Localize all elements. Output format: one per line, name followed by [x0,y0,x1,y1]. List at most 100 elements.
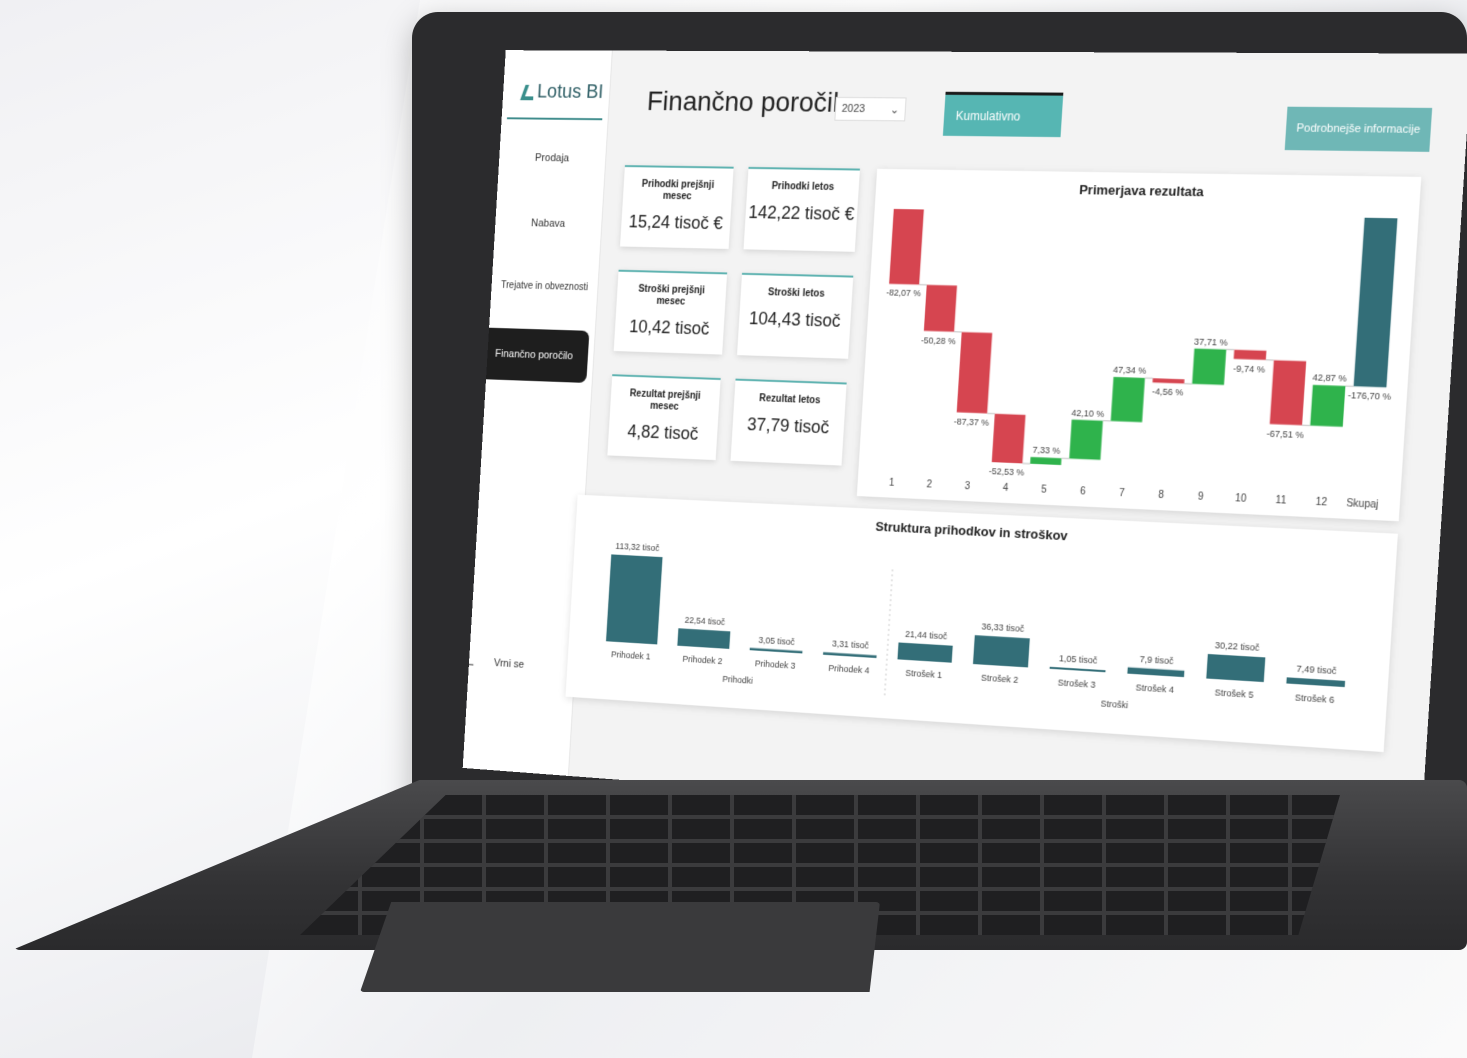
data-label: 22,54 tisoč [684,615,725,628]
data-label: -82,07 % [886,287,922,298]
data-label: 1,05 tisoč [1059,653,1099,666]
x-tick-label: 11 [1275,495,1286,507]
waterfall-bar [1310,384,1346,427]
more-info-button[interactable]: Podrobnejše informacije [1284,106,1433,152]
laptop-screen: Lotus BI Prodaja Nabava Trejatve in obve… [462,50,1467,841]
x-tick-label: 5 [1041,484,1047,496]
category-label: Strošek 2 [981,672,1019,685]
kpi-value: 104,43 tisoč [748,308,842,331]
category-label: Prihodek 3 [755,658,796,671]
year-value: 2023 [841,102,866,116]
kpi-label: Stroški letos [767,287,825,300]
data-label: -50,28 % [921,334,957,345]
x-tick-label: 2 [926,479,932,491]
kpi-card: Rezultat prejšnji mesec 4,82 tisoč [607,374,721,461]
data-label: -52,53 % [989,466,1025,478]
data-label: -87,37 % [954,416,990,428]
kpi-card: Prihodki letos 142,22 tisoč € [743,166,860,252]
waterfall-bar [889,208,924,285]
structure-chart-panel: Struktura prihodkov in stroškov 113,32 t… [565,494,1398,753]
kpi-card: Stroški letos 104,43 tisoč [737,272,854,359]
data-label: 3,05 tisoč [758,634,795,646]
back-button[interactable]: ← Vrni se [463,647,525,674]
dashboard-app: Lotus BI Prodaja Nabava Trejatve in obve… [462,50,1467,841]
group-label: Prihodki [722,674,753,686]
sidebar-item-financno-porocilo[interactable]: Finančno poročilo [478,327,590,383]
data-label: -67,51 % [1266,428,1304,440]
kpi-card: Stroški prejšnji mesec 10,42 tisoč [613,269,728,355]
waterfall-bar [1353,217,1398,388]
x-tick-label: 6 [1080,486,1086,498]
data-label: -9,74 % [1233,363,1266,375]
kpi-value: 10,42 tisoč [628,316,710,339]
category-label: Prihodek 2 [682,654,723,667]
cumulative-button[interactable]: Kumulativno [942,91,1064,138]
waterfall-bar [1269,360,1307,426]
waterfall-bar [1069,419,1103,460]
group-separator [884,569,892,698]
sidebar-item-nabava[interactable]: Nabava [495,217,602,231]
kpi-label: Rezultat letos [758,393,821,407]
data-label: 3,31 tisoč [832,639,870,652]
kpi-label: Rezultat prejšnji mesec [629,388,701,413]
category-label: Strošek 4 [1135,682,1174,695]
structure-bar [677,628,731,649]
x-tick-label: Skupaj [1346,498,1379,511]
data-label: 36,33 tisoč [981,621,1025,634]
category-label: Strošek 6 [1295,692,1335,705]
kpi-label: Prihodki prejšnji mesec [641,178,715,203]
data-label: 47,34 % [1113,364,1147,376]
waterfall-chart-panel: Primerjava rezultata -82,07 % 1 -50,28 % 2-… [856,168,1422,522]
kpi-value: 15,24 tisoč € [628,211,724,234]
x-tick-label: 4 [1002,482,1009,494]
kpi-value: 4,82 tisoč [626,421,699,444]
structure-bar [749,647,803,654]
waterfall-bar [1152,378,1185,384]
data-label: 113,32 tisoč [615,541,660,553]
back-label: Vrni se [493,657,525,671]
waterfall-bar [1110,376,1145,423]
kpi-label: Prihodki letos [771,181,835,193]
structure-bar-chart: 113,32 tisoč Prihodek 1 22,54 tisoč Prihode… [605,541,1346,710]
structure-bar [605,554,663,645]
x-tick-label: 8 [1158,489,1164,501]
data-label: 7,49 tisoč [1296,663,1337,676]
category-label: Prihodek 4 [828,663,870,676]
x-tick-label: 12 [1315,496,1327,508]
waterfall-chart: -82,07 % 1 -50,28 % 2 -87,37 % 3 -52,53 % 4 7,33… [886,208,1398,511]
logo-divider [506,117,603,121]
waterfall-bar [1233,349,1267,360]
data-label: 7,33 % [1032,445,1061,457]
group-label: Stroški [1100,698,1128,710]
category-label: Strošek 5 [1214,687,1254,700]
data-label: 37,71 % [1194,336,1229,348]
x-tick-label: 9 [1198,491,1204,503]
year-select[interactable]: 2023 ⌄ [834,96,907,122]
structure-bar [1206,653,1266,683]
waterfall-bar [1192,348,1227,385]
x-tick-label: 7 [1119,488,1125,500]
data-label: 42,10 % [1071,407,1105,419]
brand-logo: Lotus BI [522,81,604,104]
x-tick-label: 10 [1235,493,1247,505]
category-label: Strošek 3 [1057,677,1096,690]
waterfall-bar [991,413,1026,464]
kpi-card: Rezultat letos 37,79 tisoč [730,378,847,466]
kpi-value: 142,22 tisoč € [747,202,855,225]
lotus-logo-icon [522,84,534,99]
trackpad [360,902,880,992]
kpi-card: Prihodki prejšnji mesec 15,24 tisoč € [620,165,734,249]
x-tick-label: 1 [889,477,895,489]
structure-bar [823,652,877,659]
data-label: -176,70 % [1348,390,1392,402]
data-label: 30,22 tisoč [1215,640,1261,653]
structure-bar [1049,666,1106,673]
kpi-label: Stroški prejšnji mesec [637,283,706,308]
sidebar-item-prodaja[interactable]: Prodaja [499,152,606,165]
structure-bar [897,642,953,663]
structure-bar [972,635,1030,668]
x-tick-label: 3 [964,481,970,493]
sidebar-item-terjatve[interactable]: Trejatve in obveznosti [491,280,597,293]
brand-name: Lotus BI [536,81,604,103]
data-label: 7,9 tisoč [1139,653,1174,666]
